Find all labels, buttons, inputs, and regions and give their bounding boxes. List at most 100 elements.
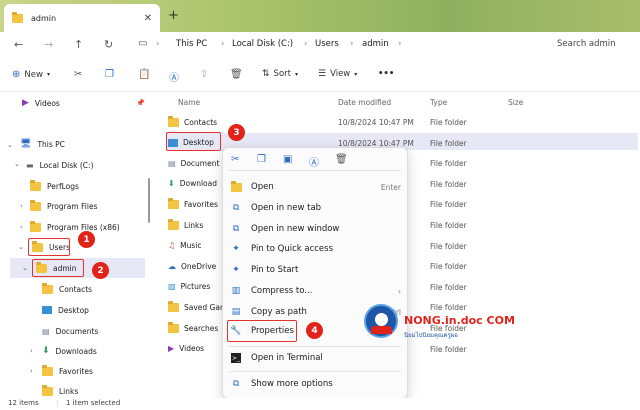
sidebar-item-desktop[interactable]: Desktop <box>42 303 89 317</box>
sidebar-item-contacts[interactable]: Contacts <box>42 282 92 296</box>
file-row[interactable]: Desktop <box>168 136 214 150</box>
sidebar-scrollbar[interactable] <box>148 178 150 223</box>
sidebar-item-this-pc[interactable]: 🖥 This PC <box>20 137 65 151</box>
sort-button[interactable]: ⇅ Sort ▾ <box>262 69 298 79</box>
back-icon[interactable]: ← <box>14 38 23 51</box>
chevron-right-icon[interactable]: › <box>20 202 23 210</box>
rename-icon[interactable]: Ⓐ <box>309 154 319 169</box>
chevron-right-icon: › <box>398 286 401 296</box>
forward-icon[interactable]: → <box>44 38 53 51</box>
close-icon[interactable]: ✕ <box>144 13 152 24</box>
new-tab-button[interactable]: + <box>168 8 179 23</box>
title-bar: admin ✕ + <box>0 0 640 32</box>
breadcrumb-local-disk[interactable]: Local Disk (C:) <box>232 39 293 49</box>
new-button[interactable]: ⊕ New ▾ <box>12 69 50 80</box>
file-row[interactable]: ▶ Videos <box>168 342 204 356</box>
paste-icon[interactable]: 📋 <box>138 69 150 80</box>
watermark: NONG.in.doc COM นิยมไปนิยมคุณครูผอ <box>364 300 524 350</box>
sidebar-item-links[interactable]: Links <box>42 384 78 398</box>
file-row[interactable]: ▨ Pictures <box>168 280 210 294</box>
menu-pin-start[interactable]: ✦ Pin to Start <box>231 261 401 279</box>
copy-icon[interactable]: ❐ <box>105 69 114 80</box>
search-input[interactable]: Search admin <box>557 39 616 49</box>
vid-icon: ▶ <box>168 344 175 354</box>
file-row[interactable]: ☁ OneDrive <box>168 259 216 273</box>
menu-open-terminal[interactable]: >_ Open in Terminal <box>231 349 401 367</box>
chevron-right-icon[interactable]: › <box>30 367 33 375</box>
view-icon: ☰ <box>318 69 327 79</box>
sidebar-item-documents[interactable]: ▤ Documents <box>42 324 98 338</box>
highlight-admin <box>32 259 84 277</box>
menu-show-more[interactable]: ⧉ Show more options <box>231 375 401 393</box>
file-row[interactable]: Favorites <box>168 197 218 211</box>
highlight-properties <box>227 320 297 342</box>
file-row[interactable]: Searches <box>168 321 218 335</box>
menu-open[interactable]: Open Enter <box>230 178 401 196</box>
sidebar-item-videos[interactable]: ▶ Videos <box>22 96 60 110</box>
tab-title: admin <box>31 13 57 23</box>
music-icon: ♫ <box>168 241 176 251</box>
rename-icon[interactable]: Ⓐ <box>169 69 179 84</box>
tab-admin[interactable]: admin ✕ <box>4 4 160 32</box>
chevron-down-icon[interactable]: ⌄ <box>22 264 28 272</box>
up-icon[interactable]: ↑ <box>74 38 83 51</box>
folder-open-icon <box>230 180 242 192</box>
cut-icon[interactable]: ✂ <box>74 69 82 80</box>
paste-icon[interactable]: ▣ <box>283 154 292 165</box>
menu-pin-quick-access[interactable]: ✦ Pin to Quick access <box>231 240 401 258</box>
file-row[interactable]: Saved Gam <box>168 300 227 314</box>
sidebar-item-downloads[interactable]: ⬇ Downloads <box>42 344 97 358</box>
file-row[interactable]: ▤ Document <box>168 156 219 170</box>
sidebar-item-program-files-x86[interactable]: Program Files (x86) <box>30 220 120 234</box>
file-name: OneDrive <box>181 261 217 271</box>
folder-icon <box>12 11 23 23</box>
column-size[interactable]: Size <box>508 98 523 107</box>
sidebar-item-favorites[interactable]: Favorites <box>42 364 93 378</box>
pin-icon[interactable]: 📌 <box>136 99 145 107</box>
file-name: Saved Gam <box>184 302 228 312</box>
delete-icon[interactable]: 🗑 <box>335 154 348 165</box>
chevron-down-icon[interactable]: ⌄ <box>7 141 13 149</box>
sidebar-item-local-disk[interactable]: ▬ Local Disk (C:) <box>26 158 94 172</box>
pic-icon: ▨ <box>168 282 176 292</box>
chevron-right-icon[interactable]: › <box>30 347 33 355</box>
refresh-icon[interactable]: ↻ <box>104 38 113 51</box>
column-name[interactable]: Name <box>178 98 200 107</box>
file-row[interactable]: Contacts <box>168 115 217 129</box>
column-date[interactable]: Date modified <box>338 98 391 107</box>
monitor-icon[interactable]: ▭ <box>138 38 147 49</box>
file-name: Download <box>179 179 217 189</box>
sidebar-item-program-files[interactable]: Program Files <box>30 199 98 213</box>
breadcrumb-users[interactable]: Users <box>315 39 339 49</box>
file-row[interactable]: ♫ Music <box>168 239 202 253</box>
pin-icon: ✦ <box>232 244 240 254</box>
cloud-icon: ☁ <box>168 261 176 271</box>
file-row[interactable]: Links <box>168 218 203 232</box>
more-options-button[interactable]: ••• <box>378 69 394 79</box>
chevron-down-icon[interactable]: ⌄ <box>14 160 20 168</box>
file-row[interactable]: ⬇ Download <box>168 177 217 191</box>
copy-icon[interactable]: ❐ <box>257 154 266 165</box>
step-badge-1: 1 <box>78 231 95 248</box>
context-menu: ✂ ❐ ▣ Ⓐ 🗑 Open Enter ⧉ Open in new tab ⧉ Op… <box>222 147 408 399</box>
new-tab-icon: ⧉ <box>232 203 240 213</box>
highlight-users <box>28 238 70 256</box>
chevron-down-icon[interactable]: ⌄ <box>18 243 24 251</box>
menu-open-new-window[interactable]: ⧉ Open in new window <box>231 220 401 238</box>
folder-icon <box>168 197 179 209</box>
chevron-right-icon[interactable]: › <box>20 223 23 231</box>
sidebar-item-perflogs[interactable]: PerfLogs <box>30 179 79 193</box>
folder-icon <box>42 364 53 376</box>
cut-icon[interactable]: ✂ <box>231 154 239 165</box>
delete-icon[interactable]: 🗑 <box>230 69 243 80</box>
menu-compress[interactable]: ▥ Compress to... › <box>231 282 401 300</box>
breadcrumb-admin[interactable]: admin <box>362 39 389 49</box>
breadcrumb-this-pc[interactable]: This PC <box>176 39 207 49</box>
menu-open-new-tab[interactable]: ⧉ Open in new tab <box>231 199 401 217</box>
view-button[interactable]: ☰ View ▾ <box>318 69 357 79</box>
column-type[interactable]: Type <box>430 98 447 107</box>
command-bar: ⊕ New ▾ ✂ ❐ 📋 Ⓐ ⇪ 🗑 ⇅ Sort ▾ ☰ View ▾ ••• <box>0 58 640 92</box>
file-name: Desktop <box>183 138 214 148</box>
file-type: File folder <box>430 282 467 292</box>
share-icon[interactable]: ⇪ <box>200 69 208 80</box>
